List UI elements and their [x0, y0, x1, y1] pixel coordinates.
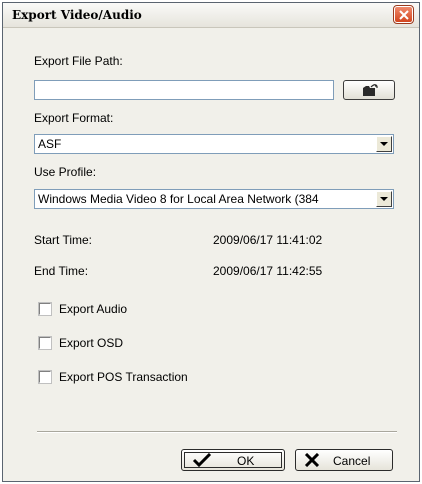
checkmark-icon	[192, 453, 212, 467]
profile-select[interactable]: Windows Media Video 8 for Local Area Net…	[34, 189, 394, 209]
close-button[interactable]	[393, 5, 414, 24]
profile-dropdown-button[interactable]	[376, 191, 392, 207]
profile-label: Use Profile:	[34, 165, 97, 179]
format-select[interactable]: ASF	[34, 134, 394, 154]
start-time-value: 2009/06/17 11:41:02	[213, 233, 323, 247]
export-osd-label: Export OSD	[59, 336, 124, 350]
title-bar: Export Video/Audio	[3, 3, 419, 28]
export-dialog: Export Video/Audio Export File Path: Exp…	[2, 2, 420, 482]
separator	[37, 431, 397, 433]
browse-button[interactable]	[343, 80, 395, 100]
folder-open-icon	[363, 84, 378, 96]
format-label: Export Format:	[34, 111, 114, 125]
export-osd-checkbox[interactable]	[38, 336, 52, 350]
export-audio-checkbox[interactable]	[38, 302, 52, 316]
export-pos-checkbox[interactable]	[38, 370, 52, 384]
ok-button[interactable]: OK	[181, 449, 285, 471]
cancel-label: Cancel	[333, 454, 371, 468]
export-pos-label: Export POS Transaction	[59, 370, 188, 384]
file-path-input[interactable]	[34, 80, 334, 100]
x-icon	[304, 453, 320, 467]
cancel-button[interactable]: Cancel	[295, 449, 393, 471]
close-icon	[399, 10, 409, 20]
format-selected-value: ASF	[38, 137, 62, 151]
chevron-down-icon	[380, 142, 388, 146]
end-time-label: End Time:	[34, 264, 89, 278]
chevron-down-icon	[380, 197, 388, 201]
export-audio-label: Export Audio	[59, 302, 128, 316]
profile-selected-value: Windows Media Video 8 for Local Area Net…	[38, 192, 319, 206]
start-time-label: Start Time:	[34, 233, 93, 247]
file-path-label: Export File Path:	[34, 54, 123, 68]
format-dropdown-button[interactable]	[376, 136, 392, 152]
dialog-title: Export Video/Audio	[12, 8, 142, 22]
end-time-value: 2009/06/17 11:42:55	[213, 264, 323, 278]
ok-label: OK	[237, 454, 255, 468]
